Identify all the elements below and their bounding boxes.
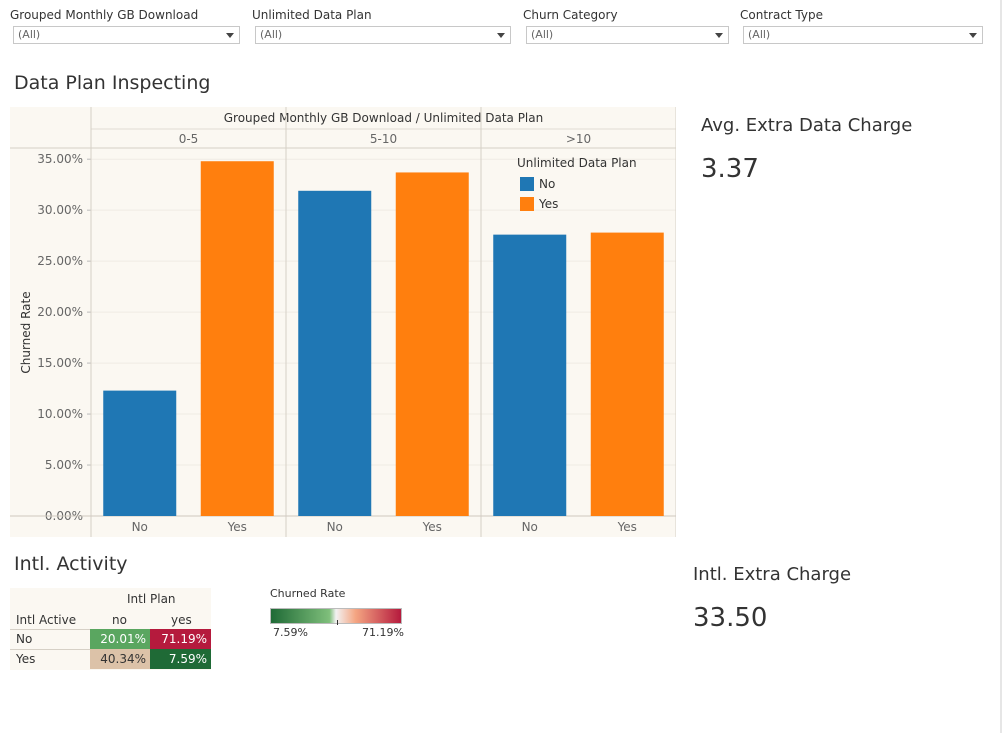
chevron-down-icon[interactable]	[497, 33, 505, 38]
select-value: (All)	[531, 28, 554, 41]
bar	[298, 190, 372, 516]
legend-min: 7.59%	[273, 626, 308, 639]
row-header: Intl Active	[16, 613, 77, 627]
group-label: 0-5	[179, 132, 199, 146]
bar	[103, 390, 177, 516]
contract-type-select[interactable]: (All)	[743, 26, 983, 44]
bar	[493, 234, 567, 516]
legend-swatch	[520, 197, 534, 211]
chevron-down-icon[interactable]	[715, 33, 723, 38]
column-header-no: no	[112, 613, 127, 627]
y-tick-label: 15.00%	[37, 356, 83, 370]
intl-heatmap-table: Intl Plan Intl Active no yes No Yes 20.0…	[10, 588, 211, 670]
y-tick-label: 30.00%	[37, 203, 83, 217]
column-group-header: Intl Plan	[127, 592, 176, 606]
heatmap-cell[interactable]: 20.01%	[90, 629, 150, 649]
intl-extra-charge-value: 33.50	[693, 603, 768, 633]
heatmap-cell[interactable]: 71.19%	[150, 629, 211, 649]
heatmap-cell[interactable]: 7.59%	[150, 649, 211, 669]
churned-rate-color-legend: Churned Rate 7.59% 71.19%	[270, 587, 404, 640]
row-label-no: No	[16, 632, 33, 646]
filter-grouped-monthly-gb: Grouped Monthly GB Download (All)	[10, 6, 240, 44]
group-label: >10	[566, 132, 591, 146]
avg-extra-data-charge-value: 3.37	[701, 154, 759, 184]
ramp-marker	[337, 620, 338, 625]
y-tick-label: 25.00%	[37, 254, 83, 268]
chevron-down-icon[interactable]	[226, 33, 234, 38]
data-plan-title: Data Plan Inspecting	[14, 72, 211, 94]
legend-swatch	[520, 177, 534, 191]
avg-extra-data-charge-title: Avg. Extra Data Charge	[701, 115, 913, 136]
bar	[200, 161, 274, 516]
column-header-yes: yes	[171, 613, 192, 627]
select-value: (All)	[748, 28, 771, 41]
legend-title: Unlimited Data Plan	[517, 156, 637, 170]
y-tick-label: 35.00%	[37, 152, 83, 166]
select-value: (All)	[18, 28, 41, 41]
row-label-yes: Yes	[16, 652, 36, 666]
filter-label: Unlimited Data Plan	[252, 8, 372, 22]
grouped-monthly-gb-select[interactable]: (All)	[13, 26, 240, 44]
churn-bar-chart: Grouped Monthly GB Download / Unlimited …	[10, 107, 676, 537]
filter-unlimited-data-plan: Unlimited Data Plan (All)	[252, 6, 511, 44]
y-axis-label: Churned Rate	[19, 291, 33, 373]
legend-entry: Yes	[538, 197, 558, 211]
x-category-label: Yes	[617, 520, 637, 534]
legend-max: 71.19%	[362, 626, 404, 639]
unlimited-data-plan-select[interactable]: (All)	[255, 26, 511, 44]
group-label: 5-10	[370, 132, 397, 146]
legend-entry: No	[539, 177, 555, 191]
color-ramp	[270, 608, 402, 625]
y-tick-label: 20.00%	[37, 305, 83, 319]
intl-activity-title: Intl. Activity	[14, 553, 128, 575]
intl-extra-charge-title: Intl. Extra Charge	[693, 564, 852, 585]
churn-category-select[interactable]: (All)	[526, 26, 729, 44]
legend-title: Churned Rate	[270, 587, 346, 600]
x-category-label: Yes	[227, 520, 247, 534]
select-value: (All)	[260, 28, 283, 41]
bar	[395, 172, 469, 517]
filter-label: Churn Category	[523, 8, 618, 22]
heatmap-cell[interactable]: 40.34%	[90, 649, 150, 669]
chevron-down-icon[interactable]	[969, 33, 977, 38]
x-category-label: Yes	[422, 520, 442, 534]
filter-label: Contract Type	[740, 8, 823, 22]
y-tick-label: 10.00%	[37, 407, 83, 421]
x-category-label: No	[522, 520, 538, 534]
divider	[10, 649, 90, 650]
filter-label: Grouped Monthly GB Download	[10, 8, 199, 22]
x-category-label: No	[132, 520, 148, 534]
y-tick-label: 5.00%	[45, 458, 83, 472]
chart-header: Grouped Monthly GB Download / Unlimited …	[224, 111, 543, 125]
x-category-label: No	[327, 520, 343, 534]
filter-contract-type: Contract Type (All)	[740, 6, 983, 44]
bar	[590, 232, 664, 516]
filter-churn-category: Churn Category (All)	[523, 6, 729, 44]
